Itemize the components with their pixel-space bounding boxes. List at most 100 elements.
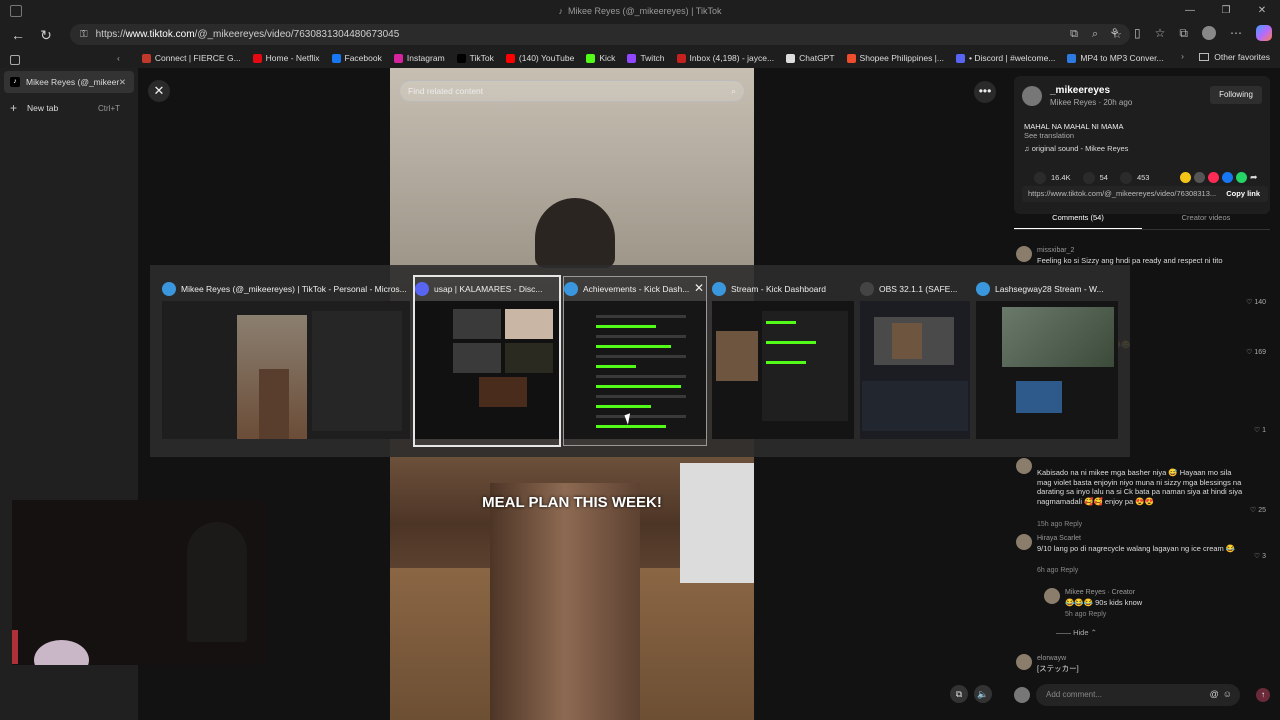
share-icon[interactable] (1194, 172, 1205, 183)
save-button[interactable]: 453 (1119, 172, 1149, 184)
author-avatar[interactable] (1022, 86, 1042, 106)
favorite-link[interactable]: ChatGPT (786, 53, 835, 63)
share-icon[interactable] (1180, 172, 1191, 183)
open-in-app-icon[interactable]: ⧉ (1070, 28, 1078, 41)
favorite-link[interactable]: • Discord | #welcome... (955, 53, 1055, 63)
tiktok-icon: ♪ (10, 77, 20, 87)
commenter-avatar[interactable] (1016, 654, 1032, 670)
comment-text: Kabisado na ni mikee mga basher niya 😅 H… (1037, 468, 1243, 506)
minimize-button[interactable]: — (1172, 0, 1208, 22)
more-menu-icon[interactable]: ⋯ (1230, 26, 1242, 40)
commenter-avatar[interactable] (1044, 588, 1060, 604)
switcher-window-discord[interactable]: usap | KALAMARES - Disc... (413, 275, 561, 447)
obs-icon (860, 282, 874, 296)
comment-like-count[interactable]: ♡ 140 (1246, 298, 1266, 308)
workspaces-icon[interactable] (10, 5, 22, 17)
close-window-button[interactable]: ✕ (1244, 0, 1280, 22)
other-favorites[interactable]: Other favorites (1199, 52, 1270, 62)
share-icon[interactable] (1222, 172, 1233, 183)
copilot-icon[interactable] (1256, 25, 1272, 41)
favorites-icon[interactable]: ☆ (1155, 26, 1166, 40)
commenter-avatar[interactable] (1016, 458, 1032, 474)
author-handle[interactable]: _mikeereyes (1050, 85, 1110, 96)
video-bag (490, 483, 640, 720)
split-screen-icon[interactable]: ▯ (1134, 26, 1141, 40)
copy-link-button[interactable]: Copy link (1226, 186, 1260, 202)
comment-icon (1082, 172, 1095, 184)
more-options-button[interactable]: ••• (974, 81, 996, 103)
tab-creator-videos[interactable]: Creator videos (1142, 208, 1270, 228)
comment-button[interactable]: 54 (1082, 172, 1108, 184)
zoom-icon[interactable]: ⌕ (1092, 28, 1098, 41)
favicon-icon (627, 53, 637, 63)
favicon-icon (786, 53, 796, 63)
comment-like-count[interactable]: ♡ 169 (1246, 348, 1266, 358)
refresh-button[interactable]: ↻ (32, 27, 60, 44)
switcher-window-kick-achievements[interactable]: Achievements - Kick Dash... ✕ (563, 276, 707, 446)
favorites-scroll-right-icon[interactable]: › (1181, 51, 1184, 61)
comment-text[interactable]: —— Hide ⌃ (1056, 628, 1266, 638)
plus-icon: + (10, 101, 18, 115)
see-translation-link[interactable]: See translation (1024, 131, 1074, 140)
profile-avatar[interactable] (1202, 26, 1216, 40)
favorite-link[interactable]: (140) YouTube (505, 53, 574, 63)
maximize-button[interactable]: ❐ (1208, 0, 1244, 22)
share-icon[interactable] (1236, 172, 1247, 183)
mention-emoji-icons[interactable]: @☺ (1210, 689, 1236, 699)
back-button[interactable]: ← (4, 27, 32, 43)
related-search-input[interactable]: Find related content ⌕ (399, 80, 745, 102)
switcher-window-kick-stream[interactable]: Stream - Kick Dashboard (712, 277, 854, 445)
pip-icon[interactable]: ⧉ (950, 685, 968, 703)
commenter-name[interactable]: Mikee Reyes · Creator (1065, 588, 1135, 598)
favorite-link[interactable]: TikTok (456, 53, 494, 63)
comment-meta[interactable]: 6h ago Reply (1037, 566, 1078, 576)
extensions-icon[interactable]: ⚘ (1109, 26, 1120, 40)
favorites-scroll-left-icon[interactable]: ‹ (117, 53, 120, 63)
switcher-window-lashsegway[interactable]: Lashsegway28 Stream - W... (976, 277, 1118, 445)
tab-tiktok[interactable]: ♪ Mikee Reyes (@_mikeer ✕ (4, 71, 134, 93)
favorite-link[interactable]: Shopee Philippines |... (846, 53, 944, 63)
commenter-name[interactable]: elorwayw (1037, 654, 1066, 664)
tab-comments[interactable]: Comments (54) (1014, 208, 1142, 229)
collections-icon[interactable]: ⧉ (1179, 26, 1188, 41)
comment-like-count[interactable]: ♡ 3 (1254, 552, 1266, 562)
like-button[interactable]: 16.4K (1034, 172, 1071, 184)
close-tab-icon[interactable]: ✕ (119, 77, 126, 88)
commenter-avatar[interactable] (1016, 534, 1032, 550)
favorite-link[interactable]: Twitch (627, 53, 665, 63)
comment-meta[interactable]: 5h ago Reply (1065, 610, 1106, 620)
share-arrow-icon[interactable]: ➦ (1250, 172, 1258, 183)
site-info-icon[interactable]: ⚿ (80, 29, 88, 40)
favorite-link[interactable]: Instagram (393, 53, 445, 63)
favorite-link[interactable]: Inbox (4,198) - jayce... (676, 53, 774, 63)
new-tab-button[interactable]: + New tab Ctrl+T (4, 97, 134, 119)
share-icon[interactable] (1208, 172, 1219, 183)
comment-like-count[interactable]: ♡ 25 (1250, 506, 1266, 516)
favorite-link[interactable]: MP4 to MP3 Conver... (1067, 53, 1164, 63)
comment-like-count[interactable]: ♡ 1 (1254, 426, 1266, 436)
commenter-name[interactable]: missxibar_2 (1037, 246, 1074, 256)
close-player-button[interactable]: ✕ (148, 80, 170, 102)
comment-meta[interactable]: 15h ago Reply (1037, 520, 1082, 530)
tab-actions-icon[interactable] (10, 55, 20, 65)
send-icon[interactable]: ↑ (1256, 688, 1270, 702)
favorite-link[interactable]: Facebook (331, 53, 382, 63)
commenter-name[interactable]: Hiraya Scarlet (1037, 534, 1081, 544)
switcher-close-icon[interactable]: ✕ (694, 281, 704, 295)
favorite-link[interactable]: Connect | FIERCE G... (141, 53, 241, 63)
favicon-icon (252, 53, 262, 63)
author-subtitle: Mikee Reyes · 20h ago (1050, 98, 1133, 107)
favicon-icon (456, 53, 466, 63)
sound-link[interactable]: ♫ original sound - Mikee Reyes (1024, 144, 1128, 153)
volume-icon[interactable]: 🔈 (974, 685, 992, 703)
favorite-link[interactable]: Home - Netflix (252, 53, 320, 63)
commenter-avatar[interactable] (1016, 246, 1032, 262)
following-button[interactable]: Following (1210, 86, 1262, 104)
switcher-window-obs[interactable]: OBS 32.1.1 (SAFE... (860, 277, 970, 445)
search-icon[interactable]: ⌕ (731, 81, 736, 101)
switcher-window-tiktok[interactable]: Mikee Reyes (@_mikeereyes) | TikTok - Pe… (162, 277, 410, 445)
url-input[interactable]: ⚿ https://www.tiktok.com/@_mikeereyes/vi… (70, 24, 1130, 45)
video-link-field[interactable]: https://www.tiktok.com/@_mikeereyes/vide… (1022, 186, 1268, 202)
favorite-link[interactable]: Kick (586, 53, 615, 63)
comment-text: 😂😂😂 90s kids know (1065, 598, 1143, 607)
